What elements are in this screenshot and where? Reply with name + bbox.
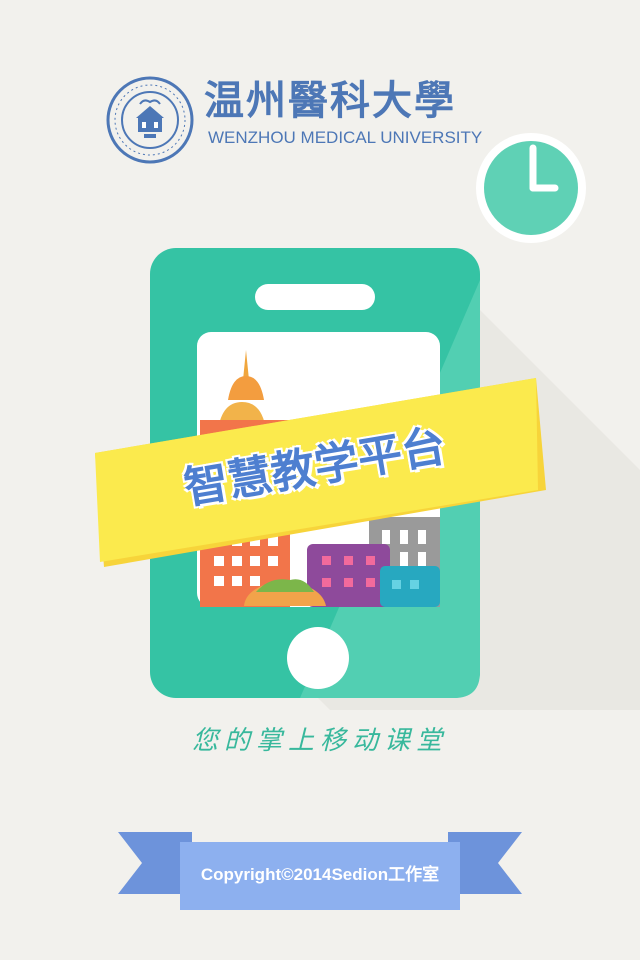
university-name-cn: 温州醫科大學 — [204, 77, 456, 124]
university-name-en: WENZHOU MEDICAL UNIVERSITY — [208, 128, 483, 147]
phone-speaker — [255, 284, 375, 310]
tagline: 您的掌上移动课堂 — [191, 726, 448, 756]
copyright-text: Copyright©2014Sedion工作室 — [200, 865, 440, 884]
phone-home-button — [287, 627, 349, 689]
university-seal-icon — [106, 76, 194, 164]
clock-icon — [476, 133, 586, 243]
